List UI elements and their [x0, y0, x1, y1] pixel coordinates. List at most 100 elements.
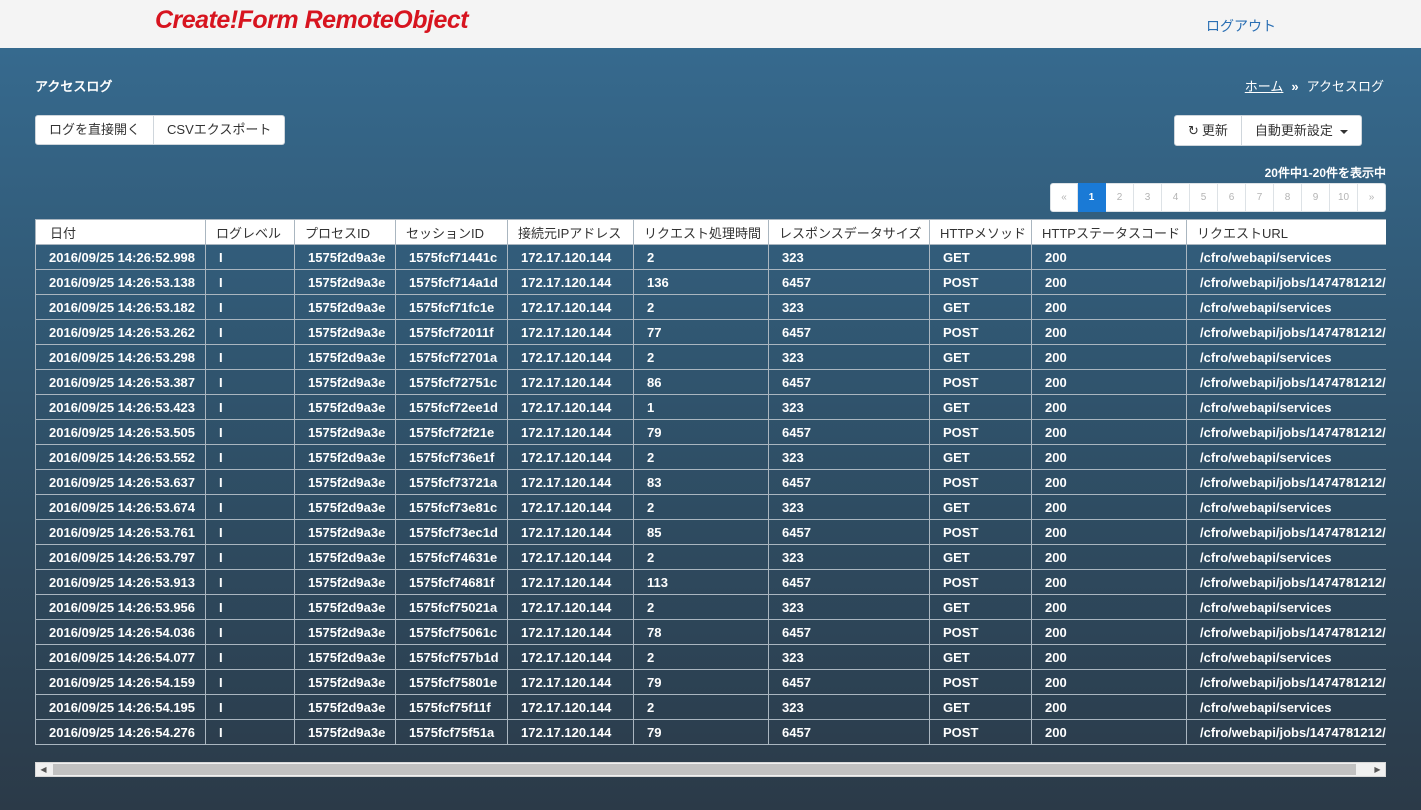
scroll-left-icon[interactable]: ◀ — [36, 763, 51, 776]
table-cell: /cfro/webapi/jobs/1474781212/ex — [1186, 369, 1386, 395]
table-row[interactable]: 2016/09/25 14:26:53.182 I 1575f2d9a3e 1575f… — [35, 294, 1386, 320]
column-header[interactable]: HTTPステータスコード — [1031, 219, 1187, 245]
table-cell: 83 — [633, 469, 769, 495]
column-header[interactable]: ログレベル — [205, 219, 295, 245]
table-row[interactable]: 2016/09/25 14:26:54.195 I 1575f2d9a3e 1575f… — [35, 694, 1386, 720]
table-cell: 1575fcf73e81c — [395, 494, 508, 520]
table-row[interactable]: 2016/09/25 14:26:53.913 I 1575f2d9a3e 1575f… — [35, 569, 1386, 595]
table-cell: 1575fcf73ec1d — [395, 519, 508, 545]
table-cell: 1575fcf73721a — [395, 469, 508, 495]
table-row[interactable]: 2016/09/25 14:26:53.552 I 1575f2d9a3e 1575f… — [35, 444, 1386, 470]
table-cell: 1575f2d9a3e — [294, 419, 396, 445]
table-cell: /cfro/webapi/services — [1186, 344, 1386, 370]
table-row[interactable]: 2016/09/25 14:26:52.998 I 1575f2d9a3e 1575f… — [35, 244, 1386, 270]
table-cell: 6457 — [768, 269, 930, 295]
refresh-button[interactable]: ↻ 更新 — [1174, 115, 1242, 146]
table-cell: 172.17.120.144 — [507, 494, 634, 520]
table-row[interactable]: 2016/09/25 14:26:53.956 I 1575f2d9a3e 1575f… — [35, 594, 1386, 620]
table-cell: 172.17.120.144 — [507, 694, 634, 720]
pagination-next-button[interactable]: » — [1358, 183, 1386, 212]
table-cell: GET — [929, 344, 1032, 370]
table-cell: 200 — [1031, 469, 1187, 495]
table-row[interactable]: 2016/09/25 14:26:54.276 I 1575f2d9a3e 1575f… — [35, 719, 1386, 745]
breadcrumb: ホーム » アクセスログ — [1245, 76, 1384, 95]
pagination-page-8[interactable]: 8 — [1274, 183, 1302, 212]
table-row[interactable]: 2016/09/25 14:26:54.159 I 1575f2d9a3e 1575f… — [35, 669, 1386, 695]
table-row[interactable]: 2016/09/25 14:26:53.298 I 1575f2d9a3e 1575f… — [35, 344, 1386, 370]
pagination: «1 2 3 4 5 6 7 8 9 10» — [1050, 183, 1386, 212]
column-header[interactable]: リクエストURL — [1186, 219, 1386, 245]
horizontal-scrollbar[interactable]: ◀ ▶ — [35, 762, 1386, 777]
table-row[interactable]: 2016/09/25 14:26:54.077 I 1575f2d9a3e 1575f… — [35, 644, 1386, 670]
column-header[interactable]: 接続元IPアドレス — [507, 219, 634, 245]
auto-refresh-dropdown[interactable]: 自動更新設定 — [1241, 115, 1362, 146]
table-cell: 86 — [633, 369, 769, 395]
table-cell: 323 — [768, 644, 930, 670]
table-row[interactable]: 2016/09/25 14:26:53.262 I 1575f2d9a3e 1575f… — [35, 319, 1386, 345]
table-cell: 172.17.120.144 — [507, 469, 634, 495]
table-cell: 1575fcf75021a — [395, 594, 508, 620]
table-cell: 200 — [1031, 419, 1187, 445]
result-count: 20件中1-20件を表示中 — [1264, 166, 1386, 180]
table-cell: 77 — [633, 319, 769, 345]
column-header[interactable]: HTTPメソッド — [929, 219, 1032, 245]
table-cell: I — [205, 369, 295, 395]
pagination-page-4[interactable]: 4 — [1162, 183, 1190, 212]
table-cell: 1575f2d9a3e — [294, 619, 396, 645]
table-cell: 2016/09/25 14:26:54.276 — [35, 719, 206, 745]
column-header[interactable]: セッションID — [395, 219, 508, 245]
table-row[interactable]: 2016/09/25 14:26:53.674 I 1575f2d9a3e 1575f… — [35, 494, 1386, 520]
table-cell: /cfro/webapi/services — [1186, 244, 1386, 270]
csv-export-button[interactable]: CSVエクスポート — [154, 115, 286, 145]
table-cell: I — [205, 719, 295, 745]
pagination-page-9[interactable]: 9 — [1302, 183, 1330, 212]
table-cell: 323 — [768, 494, 930, 520]
table-row[interactable]: 2016/09/25 14:26:53.387 I 1575f2d9a3e 1575f… — [35, 369, 1386, 395]
table-row[interactable]: 2016/09/25 14:26:54.036 I 1575f2d9a3e 1575f… — [35, 619, 1386, 645]
column-header[interactable]: プロセスID — [294, 219, 396, 245]
table-row[interactable]: 2016/09/25 14:26:53.505 I 1575f2d9a3e 1575f… — [35, 419, 1386, 445]
table-cell: 200 — [1031, 244, 1187, 270]
pagination-prev-button[interactable]: « — [1050, 183, 1078, 212]
table-cell: 1575f2d9a3e — [294, 269, 396, 295]
logout-link[interactable]: ログアウト — [1206, 16, 1276, 36]
scrollbar-thumb[interactable] — [53, 764, 1356, 775]
pagination-page-2[interactable]: 2 — [1106, 183, 1134, 212]
table-cell: 1575f2d9a3e — [294, 694, 396, 720]
pagination-page-10[interactable]: 10 — [1330, 183, 1358, 212]
table-row[interactable]: 2016/09/25 14:26:53.637 I 1575f2d9a3e 1575f… — [35, 469, 1386, 495]
table-cell: 323 — [768, 544, 930, 570]
open-log-button[interactable]: ログを直接開く — [35, 115, 155, 145]
table-cell: I — [205, 519, 295, 545]
table-cell: 200 — [1031, 619, 1187, 645]
table-cell: 1575fcf75f51a — [395, 719, 508, 745]
breadcrumb-home-link[interactable]: ホーム — [1245, 79, 1284, 94]
table-cell: 2016/09/25 14:26:53.262 — [35, 319, 206, 345]
table-cell: 1575fcf72011f — [395, 319, 508, 345]
table-cell: I — [205, 269, 295, 295]
table-row[interactable]: 2016/09/25 14:26:53.797 I 1575f2d9a3e 1575f… — [35, 544, 1386, 570]
table-cell: 6457 — [768, 369, 930, 395]
table-cell: 79 — [633, 419, 769, 445]
table-row[interactable]: 2016/09/25 14:26:53.138 I 1575f2d9a3e 1575f… — [35, 269, 1386, 295]
column-header[interactable]: 日付 — [35, 219, 206, 245]
table-row[interactable]: 2016/09/25 14:26:53.423 I 1575f2d9a3e 1575f… — [35, 394, 1386, 420]
pagination-page-7[interactable]: 7 — [1246, 183, 1274, 212]
table-cell: 6457 — [768, 669, 930, 695]
page-title: アクセスログ — [35, 79, 113, 94]
pagination-page-1[interactable]: 1 — [1078, 183, 1106, 212]
pagination-page-3[interactable]: 3 — [1134, 183, 1162, 212]
scroll-right-icon[interactable]: ▶ — [1370, 763, 1385, 776]
table-cell: I — [205, 444, 295, 470]
table-cell: I — [205, 494, 295, 520]
table-cell: 6457 — [768, 419, 930, 445]
column-header[interactable]: レスポンスデータサイズ — [768, 219, 930, 245]
pagination-page-6[interactable]: 6 — [1218, 183, 1246, 212]
table-cell: POST — [929, 669, 1032, 695]
pagination-page-5[interactable]: 5 — [1190, 183, 1218, 212]
column-header[interactable]: リクエスト処理時間 — [633, 219, 769, 245]
table-cell: POST — [929, 619, 1032, 645]
table-cell: /cfro/webapi/jobs/1474781212/ex — [1186, 619, 1386, 645]
table-cell: 1575f2d9a3e — [294, 644, 396, 670]
table-row[interactable]: 2016/09/25 14:26:53.761 I 1575f2d9a3e 1575f… — [35, 519, 1386, 545]
